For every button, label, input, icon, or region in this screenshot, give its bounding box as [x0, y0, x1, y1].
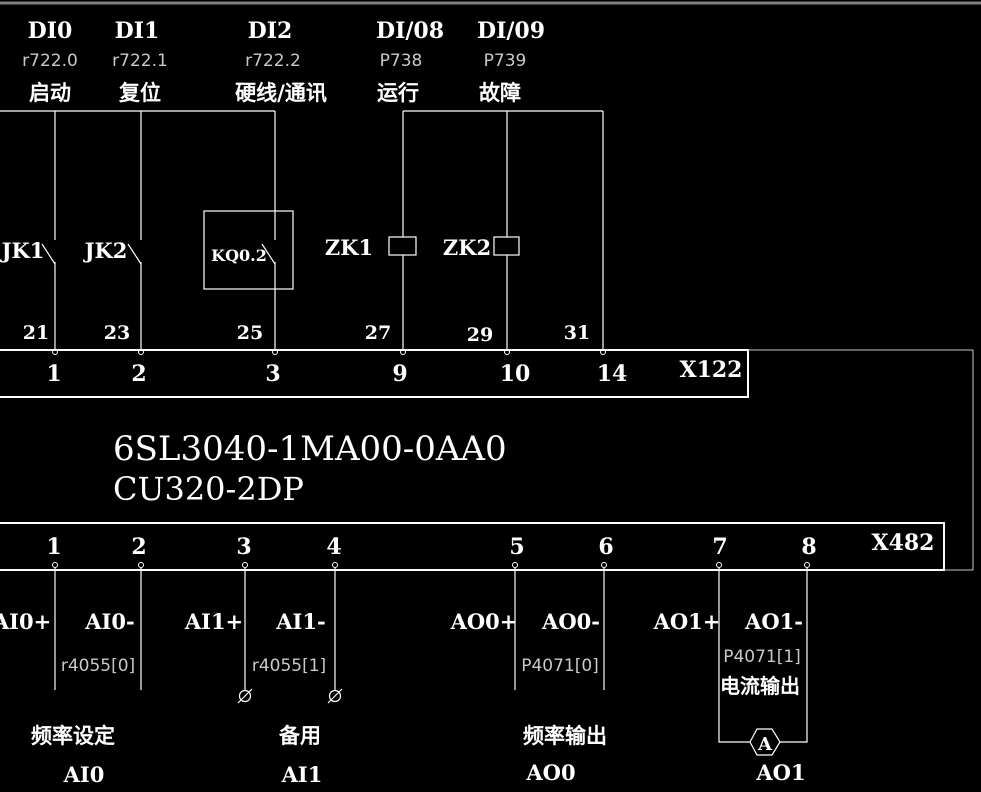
di2-func: 硬线/通讯 — [235, 80, 327, 105]
terminal-dot — [242, 562, 248, 568]
jk1-label: JK1 — [0, 238, 44, 263]
zk2-label: ZK2 — [443, 235, 491, 260]
group-labels: 频率设定 备用 频率输出 AI0 AI1 AO0 AO1 — [31, 723, 806, 787]
di08-param: P738 — [380, 51, 423, 71]
x482-pin: 5 — [509, 534, 524, 560]
param-label: r4055[1] — [252, 656, 326, 676]
x122-pin: 1 — [46, 361, 61, 387]
terminal-dot — [138, 562, 144, 568]
x122-pin: 2 — [131, 361, 146, 387]
signal-label: AI1+ — [184, 609, 243, 634]
x122-pin: 9 — [392, 361, 407, 387]
signal-label: AO0- — [541, 609, 600, 634]
wire-number: 25 — [237, 322, 263, 344]
signal-label: AI1- — [275, 609, 325, 634]
schematic: DI0 DI1 DI2 DI/08 DI/09 r722.0 r722.1 r7… — [0, 1, 981, 787]
group-func: 备用 — [278, 723, 321, 748]
x482-pin: 7 — [712, 534, 727, 560]
module-info: 6SL3040-1MA00-0AA0 CU320-2DP — [113, 429, 507, 508]
group-name: AO0 — [525, 760, 575, 785]
di1-func: 复位 — [118, 80, 161, 105]
x482-pin: 2 — [131, 534, 146, 560]
x122-pin: 3 — [265, 361, 280, 387]
top-wiring — [0, 110, 606, 355]
analog-signals: AI0+ AI0- AI1+ AI1- AO0+ AO0- AO1+ AO1- … — [0, 609, 803, 698]
group-func: 频率设定 — [31, 723, 115, 748]
x482-pin: 4 — [326, 534, 341, 560]
current-output-label: 电流输出 — [720, 674, 800, 698]
jk2-contact-blade — [127, 243, 142, 265]
x482-name: X482 — [872, 530, 935, 556]
terminal-dot — [601, 562, 607, 568]
wire-number: 23 — [104, 322, 130, 344]
di1-label: DI1 — [115, 18, 160, 44]
di09-func: 故障 — [479, 80, 521, 105]
x122-pin: 14 — [597, 361, 628, 387]
signal-label: AI0- — [84, 609, 134, 634]
terminal-dot — [716, 562, 722, 568]
zk1-coil — [388, 236, 417, 256]
bottom-wiring: A — [52, 562, 810, 756]
signal-label: AO1- — [744, 609, 803, 634]
x122-box — [0, 349, 749, 398]
wire-numbers: 21 23 25 27 29 31 — [23, 322, 590, 346]
x482-pin: 8 — [801, 534, 816, 560]
x122-pin: 10 — [500, 361, 531, 387]
wire-number: 27 — [365, 322, 391, 344]
terminal-dot — [332, 562, 338, 568]
ammeter-label: A — [757, 734, 773, 755]
x122-strip: 1 2 3 9 10 14 X122 — [0, 349, 749, 398]
wire-number: 21 — [23, 322, 49, 344]
group-name: AI0 — [63, 762, 105, 787]
signal-label: AO1+ — [653, 609, 721, 634]
x482-pin: 1 — [46, 534, 61, 560]
di08-label: DI/08 — [376, 18, 444, 44]
module-outline — [748, 349, 974, 571]
part-number: 6SL3040-1MA00-0AA0 — [113, 429, 507, 469]
wiring-diagram: DI0 DI1 DI2 DI/08 DI/09 r722.0 r722.1 r7… — [0, 0, 981, 792]
di0-label: DI0 — [28, 18, 73, 44]
signal-label: AI0+ — [0, 609, 51, 634]
param-label: P4071[1] — [723, 647, 801, 667]
group-name: AO1 — [755, 760, 805, 785]
di2-param: r722.2 — [245, 51, 301, 71]
param-label: P4071[0] — [521, 656, 599, 676]
param-label: r4055[0] — [61, 656, 135, 676]
contact-labels: JK1 JK2 KQ0.2 ZK1 ZK2 — [0, 235, 491, 265]
x482-pin: 6 — [598, 534, 613, 560]
x122-name: X122 — [680, 357, 743, 383]
di08-func: 运行 — [377, 80, 419, 105]
group-name: AI1 — [281, 762, 323, 787]
wire-number: 31 — [564, 322, 590, 344]
signal-label: AO0+ — [450, 609, 518, 634]
di09-label: DI/09 — [477, 18, 545, 44]
wire-number: 29 — [467, 324, 493, 346]
terminal-dot — [804, 562, 810, 568]
module-model: CU320-2DP — [113, 470, 304, 508]
terminal-dot — [512, 562, 518, 568]
terminal-dot — [52, 562, 58, 568]
jk2-label: JK2 — [83, 238, 128, 263]
kq-label: KQ0.2 — [211, 246, 267, 265]
di0-param: r722.0 — [22, 51, 78, 71]
di0-func: 启动 — [29, 80, 71, 105]
zk1-label: ZK1 — [325, 235, 373, 260]
di1-param: r722.1 — [112, 51, 168, 71]
di09-param: P739 — [484, 51, 527, 71]
group-func: 频率输出 — [523, 723, 607, 748]
di-header: DI0 DI1 DI2 DI/08 DI/09 r722.0 r722.1 r7… — [22, 18, 545, 105]
x482-pin: 3 — [236, 534, 251, 560]
zk2-coil — [493, 236, 520, 256]
di2-label: DI2 — [248, 18, 293, 44]
